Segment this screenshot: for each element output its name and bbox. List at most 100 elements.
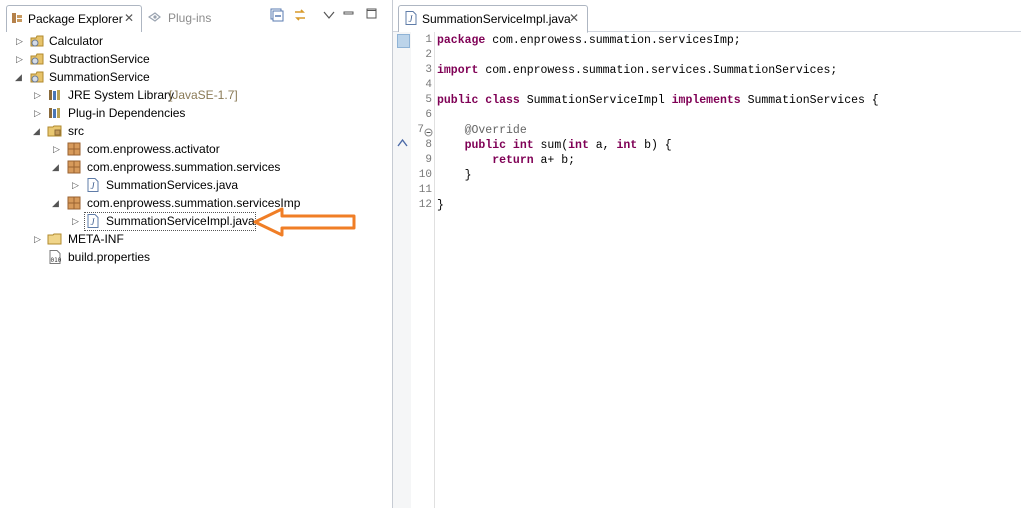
source-folder-icon	[47, 124, 63, 138]
minimize-icon[interactable]	[343, 8, 357, 22]
code-text: a+ b;	[533, 154, 576, 167]
close-icon[interactable]: ✕	[124, 11, 134, 25]
tree-item-plug-in-dependencies[interactable]: ▷ Plug-in Dependencies	[0, 104, 390, 122]
expand-arrow-icon[interactable]: ▷	[34, 104, 43, 122]
close-icon[interactable]: ✕	[569, 11, 579, 25]
tree-item-summationservices-java[interactable]: ▷ J SummationServices.java	[0, 176, 390, 194]
package-icon	[66, 142, 82, 156]
line-number: 5	[425, 94, 432, 106]
expand-arrow-icon[interactable]: ▷	[72, 176, 81, 194]
line-number: 8	[425, 139, 432, 151]
tree-item-label: JRE System Library	[68, 88, 175, 102]
plugin-project-icon	[29, 34, 45, 48]
code-editor[interactable]: package com.enprowess.summation.services…	[437, 32, 1017, 508]
code-line-9: return a+ b;	[437, 153, 575, 168]
tree-item-label: com.enprowess.activator	[87, 142, 220, 156]
expand-arrow-icon[interactable]: ▷	[16, 50, 25, 68]
code-keyword: package	[437, 34, 486, 47]
package-icon	[66, 160, 82, 174]
line-number: 1	[425, 34, 432, 46]
svg-text:010: 010	[51, 257, 62, 264]
collapse-arrow-icon[interactable]: ◢	[15, 68, 24, 86]
library-icon	[47, 88, 63, 102]
line-number: 6	[425, 109, 432, 121]
collapse-all-icon[interactable]	[270, 8, 284, 22]
code-keyword: public int	[437, 139, 534, 152]
line-number: 3	[425, 64, 432, 76]
code-keyword: implements	[671, 94, 741, 107]
tree-item-label: src	[68, 124, 84, 138]
folder-icon	[47, 232, 63, 246]
tab-label: Plug-ins	[168, 11, 212, 25]
code-text: }	[437, 199, 444, 212]
expand-arrow-icon[interactable]: ▷	[34, 230, 43, 248]
tree-item-label: Plug-in Dependencies	[68, 106, 186, 120]
tree-item-subtractionservice[interactable]: ▷ SubtractionService	[0, 50, 390, 68]
code-keyword: public class	[437, 94, 520, 107]
tab-package-explorer[interactable]: Package Explorer ✕	[6, 5, 142, 32]
line-number: 11	[418, 184, 432, 196]
tree-item-package-activator[interactable]: ▷ com.enprowess.activator	[0, 140, 390, 158]
library-icon	[47, 106, 63, 120]
package-explorer-icon	[11, 12, 23, 24]
tree-item-label: SummationService	[49, 70, 150, 84]
tree-item-src[interactable]: ◢ src	[0, 122, 390, 140]
tree-item-package-services[interactable]: ◢ com.enprowess.summation.services	[0, 158, 390, 176]
line-number-ruler: 1 2 3 4 5 6 7 8 9 10 11 12	[411, 32, 435, 508]
line-number: 2	[425, 49, 432, 61]
tree-item-label: Calculator	[49, 34, 104, 48]
line-number: 12	[418, 199, 432, 211]
line-number: 7	[417, 124, 424, 136]
code-text: }	[437, 169, 472, 182]
plug-in-icon	[147, 11, 162, 23]
code-line-10: }	[437, 168, 472, 183]
tab-label: Package Explorer	[28, 12, 123, 26]
code-text: com.enprowess.summation.servicesImp;	[485, 34, 741, 47]
code-annotation: @Override	[437, 124, 527, 137]
code-text: SummationServiceImpl	[519, 94, 672, 107]
tree-item-build-properties[interactable]: 010 build.properties	[0, 248, 390, 266]
tree-item-label: SummationServiceImpl.java	[106, 214, 255, 228]
tree-item-label: SubtractionService	[49, 52, 150, 66]
editor-panel: J SummationServiceImpl.java ✕ 1 2 3 4 5 …	[393, 0, 1021, 508]
expand-arrow-icon[interactable]: ▷	[34, 86, 43, 104]
tree-item-label: com.enprowess.summation.services	[87, 160, 281, 174]
code-text: sum(	[533, 139, 569, 152]
java-file-icon: J	[85, 214, 101, 228]
java-file-icon: J	[404, 11, 418, 28]
tree-item-summationservice[interactable]: ◢ SummationService	[0, 68, 390, 86]
tab-plug-ins[interactable]: Plug-ins	[144, 5, 224, 31]
plugin-project-icon	[29, 70, 45, 84]
view-menu-icon[interactable]	[323, 9, 337, 23]
collapse-arrow-icon[interactable]: ◢	[33, 122, 42, 140]
expand-arrow-icon[interactable]: ▷	[16, 32, 25, 50]
code-keyword: return	[437, 154, 534, 167]
maximize-icon[interactable]	[366, 8, 380, 22]
editor-tab-label: SummationServiceImpl.java	[422, 12, 571, 26]
package-explorer-panel: Package Explorer ✕ Plug-ins ▷ Calculator…	[0, 0, 393, 508]
code-line-3: import com.enprowess.summation.services.…	[437, 63, 837, 78]
properties-file-icon: 010	[47, 250, 63, 264]
link-with-editor-icon[interactable]	[293, 8, 307, 22]
editor-tab-bar: J SummationServiceImpl.java ✕	[393, 0, 1021, 33]
code-text: com.enprowess.summation.services.Summati…	[478, 64, 838, 77]
code-text: SummationServices {	[740, 94, 879, 107]
collapse-arrow-icon[interactable]: ◢	[52, 194, 61, 212]
tree-item-jre-system-library[interactable]: ▷ JRE System Library [JavaSE-1.7]	[0, 86, 390, 104]
annotation-arrow	[253, 207, 356, 237]
jre-version-label: [JavaSE-1.7]	[169, 88, 238, 102]
code-line-5: public class SummationServiceImpl implem…	[437, 93, 879, 108]
tab-summationserviceimpl-java[interactable]: J SummationServiceImpl.java ✕	[398, 5, 588, 33]
code-text: b) {	[637, 139, 672, 152]
line-number: 9	[425, 154, 432, 166]
expand-arrow-icon[interactable]: ▷	[53, 140, 62, 158]
code-line-7: @Override	[437, 123, 527, 138]
code-keyword: int	[616, 139, 638, 152]
code-keyword: import	[437, 64, 479, 77]
package-icon	[66, 196, 82, 210]
tree-item-calculator[interactable]: ▷ Calculator	[0, 32, 390, 50]
java-file-icon: J	[85, 178, 101, 192]
expand-arrow-icon[interactable]: ▷	[72, 212, 81, 230]
line-number: 10	[418, 169, 432, 181]
collapse-arrow-icon[interactable]: ◢	[52, 158, 61, 176]
